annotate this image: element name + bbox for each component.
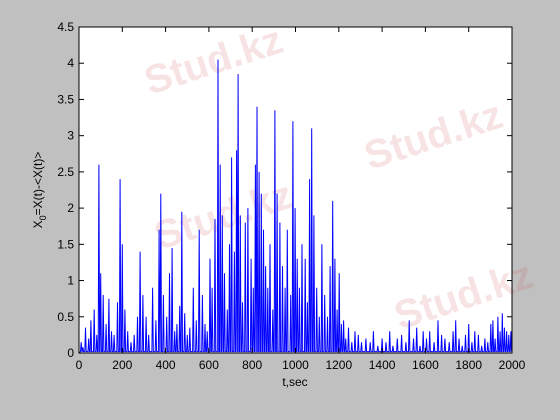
y-axis-label-rest: =X(t)-<X(t)> (31, 152, 45, 216)
y-tick-label: 2.5 (57, 165, 74, 179)
x-axis-label: t,sec (282, 375, 307, 389)
x-tick-label: 1400 (369, 358, 396, 372)
y-tick-label: 0.5 (57, 310, 74, 324)
y-tick-label: 4 (67, 56, 74, 70)
y-tick-label: 1 (67, 274, 74, 288)
x-tick-label: 600 (199, 358, 219, 372)
y-tick-label: 0 (67, 346, 74, 360)
x-tick-label: 1200 (325, 358, 352, 372)
figure: Stud.kz Stud.kz Stud.kz Stud.kz 0 200 400 6… (0, 0, 560, 420)
y-tick-label: 4.5 (57, 20, 74, 34)
x-tick-label: 1800 (455, 358, 482, 372)
y-tick-label: 1.5 (57, 237, 74, 251)
y-tick-label: 2 (67, 201, 74, 215)
x-tick-label: 200 (112, 358, 132, 372)
x-tick-label: 400 (156, 358, 176, 372)
y-tick-label: 3 (67, 129, 74, 143)
x-tick-label: 1000 (282, 358, 309, 372)
x-tick-label: 2000 (499, 358, 526, 372)
x-tick-label: 0 (76, 358, 83, 372)
y-axis-label-main: X (31, 220, 45, 228)
x-tick-label: 1600 (412, 358, 439, 372)
x-tick-label: 800 (242, 358, 262, 372)
y-tick-label: 3.5 (57, 92, 74, 106)
